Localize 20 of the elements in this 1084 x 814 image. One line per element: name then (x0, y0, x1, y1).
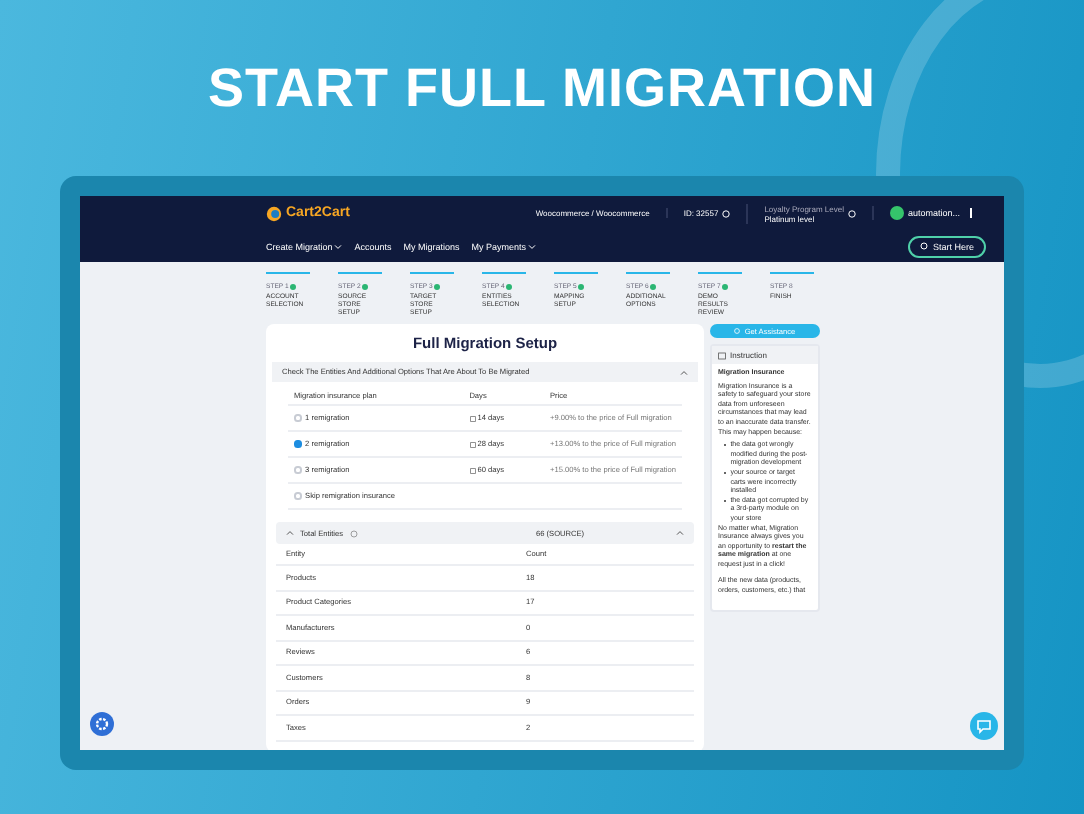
radio-button[interactable] (294, 440, 301, 448)
calendar-icon (469, 467, 476, 473)
chevron-up-icon[interactable] (680, 369, 688, 375)
headline: START FULL MIGRATION (208, 57, 876, 119)
radio-button[interactable] (294, 414, 301, 422)
book-icon (718, 351, 726, 359)
chevron-down-icon (528, 243, 537, 249)
logo-icon (266, 205, 282, 221)
chat-icon[interactable] (970, 712, 998, 740)
chevron-up-icon (676, 530, 684, 536)
radio-button[interactable] (294, 466, 301, 474)
info-icon (847, 209, 856, 217)
chevron-down-icon (334, 243, 343, 249)
avatar-icon[interactable] (889, 206, 904, 220)
info-icon (349, 529, 358, 537)
calendar-icon (469, 441, 476, 447)
settings-icon[interactable] (90, 712, 114, 736)
radio-button[interactable] (294, 492, 301, 500)
calendar-icon (469, 415, 476, 421)
chevron-up-icon (286, 530, 294, 536)
